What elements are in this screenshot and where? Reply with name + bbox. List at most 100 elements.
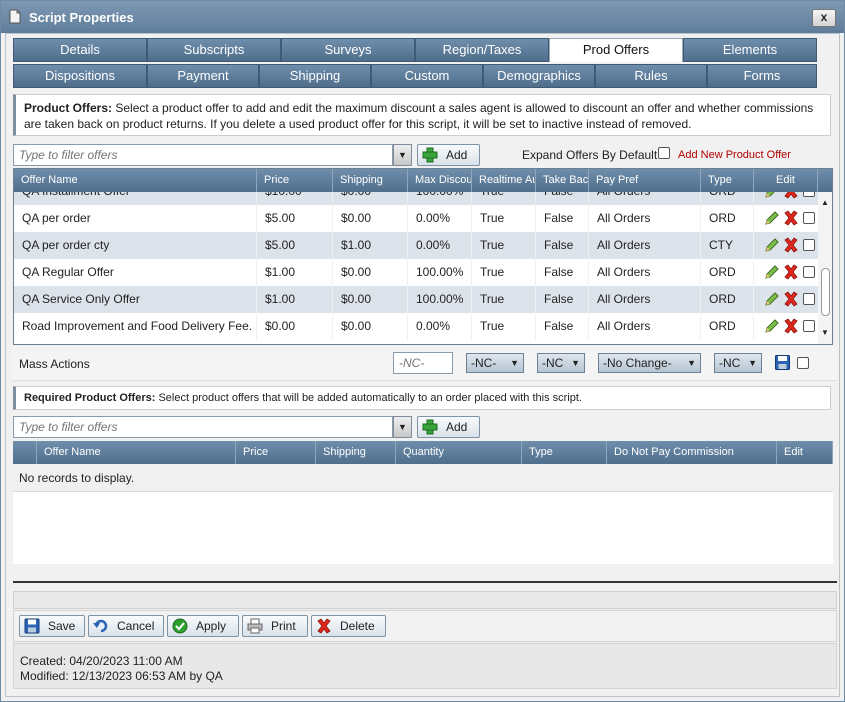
cancel-button[interactable]: Cancel — [88, 615, 164, 637]
add-offer-button[interactable]: Add — [417, 144, 480, 166]
tab-elements[interactable]: Elements — [683, 38, 817, 62]
delete-x-icon[interactable] — [783, 192, 799, 199]
col-shipping[interactable]: Shipping — [333, 169, 408, 192]
tab-rules[interactable]: Rules — [595, 64, 707, 88]
close-button[interactable]: x — [812, 9, 836, 27]
product-offers-heading: Product Offers: — [24, 101, 113, 115]
offer-cell-type: ORD — [701, 205, 754, 232]
col-price[interactable]: Price — [257, 169, 333, 192]
offer-cell-max-discount: 100.00% — [408, 192, 472, 205]
delete-button[interactable]: Delete — [311, 615, 386, 637]
mass-takeback-select[interactable]: -NC ▼ — [537, 353, 585, 373]
offer-row[interactable]: QA per order $5.00 $0.00 0.00% True False All … — [14, 205, 818, 232]
col-offer-name[interactable]: Offer Name — [14, 169, 257, 192]
save-icon[interactable] — [775, 355, 790, 370]
save-button[interactable]: Save — [19, 615, 85, 637]
mass-nc-input[interactable] — [394, 353, 452, 373]
scroll-thumb[interactable] — [821, 268, 830, 316]
tab-details[interactable]: Details — [13, 38, 147, 62]
offer-cell-pay-pref: All Orders — [589, 192, 701, 205]
mass-realtime-select[interactable]: -NC- ▼ — [466, 353, 524, 373]
offer-cell-type: ORD — [701, 192, 754, 205]
row-select-checkbox[interactable] — [803, 293, 815, 305]
delete-x-icon[interactable] — [783, 237, 799, 253]
offer-row[interactable]: QA Regular Offer $1.00 $0.00 100.00% True Fal… — [14, 259, 818, 286]
row-select-checkbox[interactable] — [803, 266, 815, 278]
delete-x-icon[interactable] — [783, 264, 799, 280]
col-req-type[interactable]: Type — [522, 441, 607, 464]
offer-cell-max-discount: 0.00% — [408, 232, 472, 259]
row-select-checkbox[interactable] — [803, 239, 815, 251]
col-type[interactable]: Type — [701, 169, 754, 192]
offer-row[interactable]: QA Installment Offer$10.00$0.00100.00%Tr… — [14, 192, 818, 205]
col-pay-pref[interactable]: Pay Pref — [589, 169, 701, 192]
tab-forms[interactable]: Forms — [707, 64, 817, 88]
mass-paypref-select[interactable]: -No Change- ▼ — [598, 353, 701, 373]
delete-x-icon[interactable] — [783, 318, 799, 334]
tab-surveys[interactable]: Surveys — [281, 38, 415, 62]
checkmark-icon — [172, 618, 188, 634]
row-select-checkbox[interactable] — [803, 212, 815, 224]
row-select-checkbox[interactable] — [803, 192, 815, 197]
tab-payment[interactable]: Payment — [147, 64, 259, 88]
tab-dispositions[interactable]: Dispositions — [13, 64, 147, 88]
offer-cell-type: CTY — [701, 232, 754, 259]
add-new-product-offer-link[interactable]: Add New Product Offer — [678, 149, 791, 161]
offer-cell-shipping: $0.00 — [333, 192, 408, 205]
mass-type-select[interactable]: -NC ▼ — [714, 353, 762, 373]
chevron-down-icon: ▼ — [510, 358, 519, 368]
mass-takeback-value: -NC — [542, 356, 564, 370]
offer-row[interactable]: QA per order cty $5.00 $1.00 0.00% True False… — [14, 232, 818, 259]
col-req-price[interactable]: Price — [236, 441, 316, 464]
offer-cell-max-discount: 0.00% — [408, 313, 472, 340]
offers-scrollbar[interactable]: ▲ ▼ — [818, 192, 832, 344]
tab-prod-offers[interactable]: Prod Offers — [549, 38, 683, 62]
offers-grid-header: Offer Name Price Shipping Max Discoun Re… — [14, 169, 832, 192]
col-req-do-not-pay[interactable]: Do Not Pay Commission — [607, 441, 777, 464]
required-filter-input[interactable] — [14, 417, 392, 437]
tab-shipping[interactable]: Shipping — [259, 64, 371, 88]
required-filter-dropdown[interactable]: ▼ — [393, 416, 412, 438]
offer-filter-dropdown[interactable]: ▼ — [393, 144, 412, 166]
offer-cell-shipping: $1.00 — [333, 232, 408, 259]
pencil-icon[interactable] — [764, 318, 780, 334]
tab-demographics[interactable]: Demographics — [483, 64, 595, 88]
offer-row[interactable]: QA Service Only Offer $1.00 $0.00 100.00% Tr… — [14, 286, 818, 313]
pencil-icon[interactable] — [764, 210, 780, 226]
col-req-offer-name[interactable]: Offer Name — [37, 441, 236, 464]
pencil-icon[interactable] — [764, 291, 780, 307]
mass-select-all-checkbox[interactable] — [797, 357, 809, 369]
expand-offers-checkbox[interactable] — [658, 147, 670, 159]
offer-cell-name: QA Regular Offer — [14, 259, 257, 286]
row-select-checkbox[interactable] — [803, 320, 815, 332]
tab-subscripts[interactable]: Subscripts — [147, 38, 281, 62]
mass-type-value: -NC — [719, 356, 741, 370]
save-icon — [24, 618, 40, 634]
delete-x-icon[interactable] — [783, 291, 799, 307]
required-offers-heading: Required Product Offers: — [24, 392, 156, 404]
delete-x-icon[interactable] — [783, 210, 799, 226]
offer-filter-input[interactable] — [14, 145, 392, 165]
col-max-discount[interactable]: Max Discoun — [408, 169, 472, 192]
pencil-icon[interactable] — [764, 264, 780, 280]
col-realtime-auth[interactable]: Realtime Aut — [472, 169, 536, 192]
chevron-down-icon: ▼ — [571, 358, 580, 368]
scroll-down-icon[interactable]: ▼ — [821, 328, 829, 337]
add-required-offer-button[interactable]: Add — [417, 416, 480, 438]
offer-row[interactable]: Road Improvement and Food Delivery Fee. $… — [14, 313, 818, 340]
scroll-up-icon[interactable]: ▲ — [821, 198, 829, 207]
pencil-icon[interactable] — [764, 192, 780, 199]
col-req-quantity[interactable]: Quantity — [396, 441, 522, 464]
add-offer-label: Add — [446, 148, 468, 162]
offer-cell-realtime: True — [472, 205, 536, 232]
apply-button[interactable]: Apply — [167, 615, 239, 637]
pencil-icon[interactable] — [764, 237, 780, 253]
offer-cell-price: $0.00 — [257, 313, 333, 340]
tab-custom[interactable]: Custom — [371, 64, 483, 88]
tab-region-taxes[interactable]: Region/Taxes — [415, 38, 549, 62]
col-take-back[interactable]: Take Back — [536, 169, 589, 192]
print-button[interactable]: Print — [242, 615, 308, 637]
offer-cell-max-discount: 100.00% — [408, 259, 472, 286]
required-grid-header: Offer Name Price Shipping Quantity Type … — [13, 441, 833, 464]
col-req-shipping[interactable]: Shipping — [316, 441, 396, 464]
